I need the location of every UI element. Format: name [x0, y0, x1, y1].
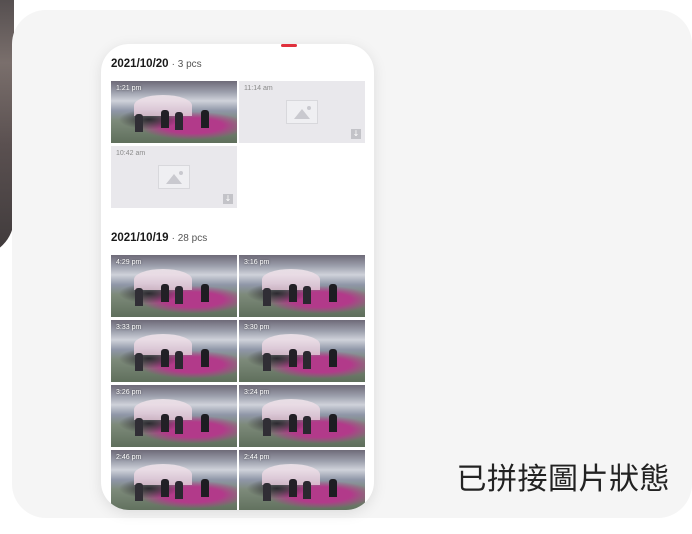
- photo-tile[interactable]: 1:21 pm: [111, 81, 237, 143]
- photo-tile-pending[interactable]: 10:42 am ↓: [111, 146, 237, 208]
- photo-tile[interactable]: 3:24 pm: [239, 385, 365, 447]
- photo-time: 11:14 am: [244, 85, 273, 92]
- image-placeholder-icon: [158, 165, 190, 189]
- group-header: 2021/10/20 · 3 pcs: [111, 58, 202, 70]
- download-icon[interactable]: ↓: [351, 129, 361, 139]
- group-date: 2021/10/20: [111, 58, 169, 70]
- photo-time: 1:21 pm: [116, 85, 142, 92]
- photo-tile[interactable]: 3:33 pm: [111, 320, 237, 382]
- photo-time: 3:16 pm: [244, 259, 270, 266]
- photo-time: 3:26 pm: [116, 389, 142, 396]
- phone-screen: 2021/10/20 · 3 pcs 1:21 pm 11:14 am ↓ 10…: [101, 44, 374, 510]
- photo-tile[interactable]: 2:46 pm: [111, 450, 237, 510]
- photo-time: 3:24 pm: [244, 389, 270, 396]
- photo-tile[interactable]: 3:30 pm: [239, 320, 365, 382]
- photo-time: 2:46 pm: [116, 454, 142, 461]
- photo-time: 2:44 pm: [244, 454, 270, 461]
- group-count: · 3 pcs: [171, 59, 202, 70]
- photo-time: 3:33 pm: [116, 324, 142, 331]
- image-placeholder-icon: [286, 100, 318, 124]
- photo-time: 10:42 am: [116, 150, 146, 157]
- download-icon[interactable]: ↓: [223, 194, 233, 204]
- photo-tile[interactable]: 2:44 pm: [239, 450, 365, 510]
- feature-caption: 已拼接圖片狀態: [456, 462, 670, 497]
- photo-tile[interactable]: 3:16 pm: [239, 255, 365, 317]
- group-count: · 28 pcs: [171, 233, 208, 244]
- photo-tile[interactable]: 4:29 pm: [111, 255, 237, 317]
- active-tab-indicator: [281, 44, 297, 47]
- group-header: 2021/10/19 · 28 pcs: [111, 232, 207, 244]
- photo-time: 3:30 pm: [244, 324, 270, 331]
- photo-time: 4:29 pm: [116, 259, 142, 266]
- stage: 已拼接圖片狀態 2021/10/20 · 3 pcs 1:21 pm 11:14…: [0, 0, 692, 534]
- photo-tile-pending[interactable]: 11:14 am ↓: [239, 81, 365, 143]
- group-date: 2021/10/19: [111, 232, 169, 244]
- photo-tile[interactable]: 3:26 pm: [111, 385, 237, 447]
